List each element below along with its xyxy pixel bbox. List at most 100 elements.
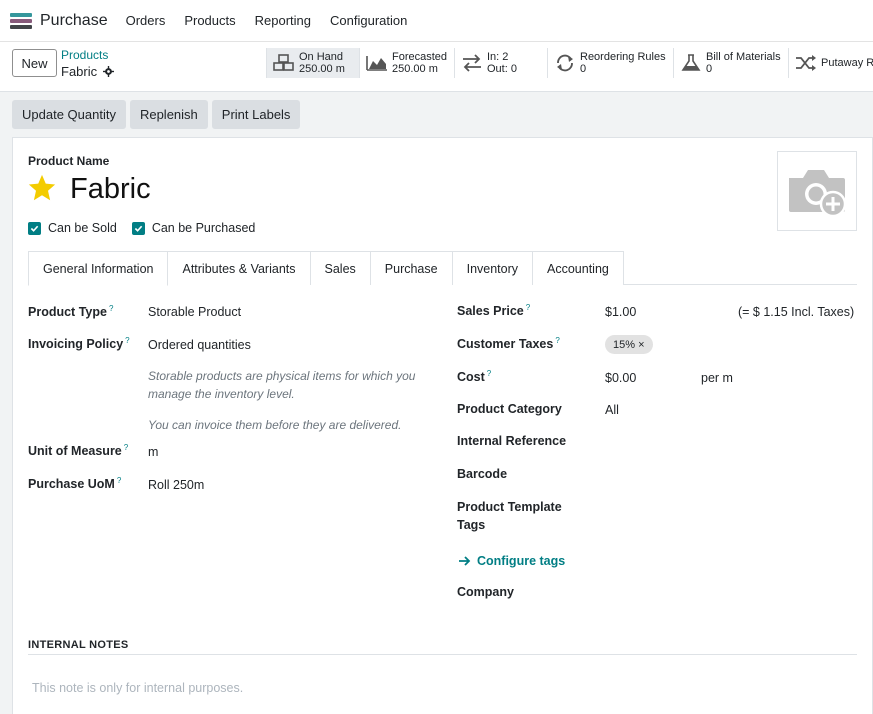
internal-notes-input[interactable]: This note is only for internal purposes. bbox=[32, 681, 243, 695]
check-icon bbox=[134, 225, 143, 232]
on-hand-value: 250.00 m bbox=[299, 63, 345, 75]
control-panel: New Products Fabric On Hand 250.00 m For… bbox=[0, 42, 873, 92]
menu-orders[interactable]: Orders bbox=[126, 13, 166, 28]
in-out-button[interactable]: In: 2 Out: 0 bbox=[454, 48, 547, 78]
cost-unit: per m bbox=[701, 371, 733, 385]
uom-field[interactable]: m bbox=[148, 445, 158, 459]
uom-label: Unit of Measure? bbox=[28, 443, 129, 459]
can-be-sold-checkbox[interactable] bbox=[28, 221, 41, 235]
star-icon[interactable] bbox=[27, 173, 57, 203]
tab-attributes-variants[interactable]: Attributes & Variants bbox=[167, 251, 311, 285]
barcode-input[interactable] bbox=[605, 463, 857, 485]
top-navbar: Purchase Orders Products Reporting Confi… bbox=[0, 0, 873, 42]
help-icon[interactable]: ? bbox=[555, 336, 559, 345]
in-count: In: 2 bbox=[487, 51, 509, 63]
tab-inventory[interactable]: Inventory bbox=[451, 251, 534, 285]
purchase-app-icon[interactable] bbox=[10, 12, 32, 29]
help-icon[interactable]: ? bbox=[109, 304, 113, 313]
configure-tags-link[interactable]: Configure tags bbox=[459, 554, 565, 568]
cost-label: Cost? bbox=[457, 369, 492, 385]
customer-taxes-label: Customer Taxes? bbox=[457, 336, 560, 352]
replenish-button[interactable]: Replenish bbox=[129, 100, 208, 129]
gear-icon[interactable] bbox=[103, 66, 115, 77]
product-name-input[interactable]: Fabric bbox=[70, 173, 151, 206]
help-icon[interactable]: ? bbox=[487, 369, 491, 378]
barcode-label: Barcode bbox=[457, 467, 508, 481]
random-icon bbox=[796, 55, 816, 71]
forecasted-button[interactable]: Forecasted 250.00 m bbox=[359, 48, 454, 78]
on-hand-button[interactable]: On Hand 250.00 m bbox=[266, 48, 359, 78]
putaway-rules-button[interactable]: Putaway Ru bbox=[788, 48, 873, 78]
tab-sales[interactable]: Sales bbox=[309, 251, 371, 285]
camera-add-icon bbox=[789, 170, 847, 218]
refresh-icon bbox=[557, 54, 573, 72]
cubes-icon bbox=[273, 54, 294, 71]
sales-price-label: Sales Price? bbox=[457, 303, 531, 319]
forecasted-value: 250.00 m bbox=[392, 63, 438, 75]
sale-purchase-checkboxes: Can be Sold Can be Purchased bbox=[28, 221, 270, 235]
template-tags-input[interactable] bbox=[605, 496, 857, 518]
tab-accounting[interactable]: Accounting bbox=[532, 251, 624, 285]
breadcrumb-current: Fabric bbox=[61, 64, 115, 79]
update-quantity-button[interactable]: Update Quantity bbox=[12, 100, 126, 129]
purchase-uom-label: Purchase UoM? bbox=[28, 476, 122, 492]
internal-reference-label: Internal Reference bbox=[457, 434, 567, 448]
company-input[interactable] bbox=[605, 581, 857, 603]
template-tags-label-line2: Tags bbox=[457, 518, 486, 532]
form-tabs: General Information Attributes & Variant… bbox=[28, 251, 857, 286]
purchase-uom-field[interactable]: Roll 250m bbox=[148, 478, 204, 492]
product-category-label: Product Category bbox=[457, 402, 562, 416]
configure-tags-label[interactable]: Configure tags bbox=[477, 554, 565, 568]
check-icon bbox=[30, 225, 39, 232]
can-be-purchased-label[interactable]: Can be Purchased bbox=[152, 221, 256, 235]
help-icon[interactable]: ? bbox=[117, 476, 121, 485]
invoicing-policy-field[interactable]: Ordered quantities bbox=[148, 338, 251, 352]
template-tags-label-line1: Product Template bbox=[457, 500, 562, 514]
menu-reporting[interactable]: Reporting bbox=[255, 13, 311, 28]
new-button[interactable]: New bbox=[12, 49, 57, 77]
product-category-field[interactable]: All bbox=[605, 403, 619, 417]
can-be-purchased[interactable]: Can be Purchased bbox=[131, 221, 256, 235]
tax-tag-15[interactable]: 15% × bbox=[605, 335, 653, 354]
incl-taxes-amount: (= $ 1.15 Incl. Taxes) bbox=[738, 305, 855, 319]
reordering-rules-button[interactable]: Reordering Rules 0 bbox=[547, 48, 673, 78]
company-label: Company bbox=[457, 585, 514, 599]
internal-reference-input[interactable] bbox=[605, 430, 857, 452]
tab-general-information[interactable]: General Information bbox=[28, 251, 169, 286]
menu-configuration[interactable]: Configuration bbox=[330, 13, 407, 28]
tab-purchase[interactable]: Purchase bbox=[369, 251, 453, 285]
help-icon[interactable]: ? bbox=[124, 443, 128, 452]
notes-divider bbox=[28, 654, 857, 655]
smart-buttons: On Hand 250.00 m Forecasted 250.00 m In: 2… bbox=[266, 48, 873, 78]
product-image[interactable] bbox=[777, 151, 857, 231]
breadcrumb-current-label: Fabric bbox=[61, 64, 98, 79]
area-chart-icon bbox=[366, 56, 387, 71]
bom-count: 0 bbox=[706, 63, 713, 75]
on-hand-label: On Hand bbox=[299, 51, 344, 63]
app-name[interactable]: Purchase bbox=[40, 12, 108, 30]
out-count: Out: 0 bbox=[487, 63, 517, 75]
print-labels-button[interactable]: Print Labels bbox=[211, 100, 301, 129]
can-be-purchased-checkbox[interactable] bbox=[131, 221, 145, 235]
can-be-sold-label[interactable]: Can be Sold bbox=[48, 221, 117, 235]
internal-notes-title: INTERNAL NOTES bbox=[28, 639, 129, 651]
reordering-rules-count: 0 bbox=[580, 63, 587, 75]
cost-field[interactable]: $0.00 bbox=[605, 371, 636, 385]
flask-icon bbox=[681, 54, 701, 71]
product-name-label: Product Name bbox=[28, 154, 110, 168]
header-actions: Update Quantity Replenish Print Labels bbox=[12, 100, 304, 129]
forecasted-label: Forecasted bbox=[392, 51, 448, 63]
invoicing-policy-label: Invoicing Policy? bbox=[28, 336, 130, 352]
sales-price-field[interactable]: $1.00 bbox=[605, 305, 636, 319]
can-be-sold[interactable]: Can be Sold bbox=[28, 221, 117, 235]
help-icon[interactable]: ? bbox=[125, 336, 129, 345]
help-icon[interactable]: ? bbox=[526, 303, 530, 312]
breadcrumb-products[interactable]: Products bbox=[61, 48, 108, 62]
bom-label: Bill of Materials bbox=[706, 51, 781, 63]
product-type-field[interactable]: Storable Product bbox=[148, 305, 241, 319]
product-type-help: Storable products are physical items for… bbox=[148, 369, 416, 401]
bill-of-materials-button[interactable]: Bill of Materials 0 bbox=[673, 48, 788, 78]
menu-products[interactable]: Products bbox=[184, 13, 235, 28]
exchange-icon bbox=[463, 54, 481, 72]
product-type-label: Product Type? bbox=[28, 304, 114, 320]
